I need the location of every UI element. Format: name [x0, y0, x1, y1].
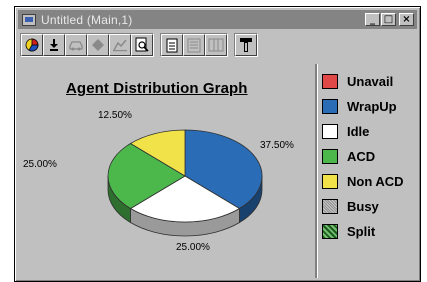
pie-label-non-acd: 12.50%: [98, 110, 132, 121]
legend-item-idle: Idle: [320, 120, 420, 142]
toolbar-group-views: [160, 33, 228, 57]
legend-swatch-idle: [322, 123, 338, 139]
legend-swatch-split: [322, 223, 338, 239]
scatter-chart-button[interactable]: [109, 34, 131, 56]
pie-chart-icon: [25, 38, 39, 52]
pie-label-wrapup: 37.50%: [260, 140, 294, 151]
scatter-chart-icon: [113, 39, 127, 52]
legend-swatch-unavail: [322, 73, 338, 89]
table-view-button[interactable]: [205, 34, 227, 56]
pie-chart: [107, 129, 263, 237]
legend-swatch-wrapup: [322, 98, 338, 114]
legend-item-non-acd: Non ACD: [320, 170, 420, 192]
maximize-button[interactable]: □: [381, 13, 396, 26]
export-button[interactable]: [43, 34, 65, 56]
diamond-button[interactable]: [87, 34, 109, 56]
close-button[interactable]: ×: [399, 13, 414, 26]
car-icon: [69, 41, 83, 51]
legend-label-split: Split: [347, 223, 376, 239]
document-view-button[interactable]: [161, 34, 183, 56]
print-preview-icon: [135, 37, 149, 52]
toolbar: [20, 32, 318, 58]
table-icon: [208, 38, 224, 52]
pie-label-acd: 25.00%: [23, 159, 57, 170]
document-icon: [166, 38, 178, 52]
legend-label-non-acd: Non ACD: [347, 173, 404, 189]
minimize-button[interactable]: _: [365, 13, 380, 26]
legend-swatch-acd: [322, 148, 338, 164]
pie-label-idle: 25.00%: [176, 242, 210, 253]
window-controls: _ □ ×: [365, 13, 414, 26]
toolbar-group-charts: [20, 33, 154, 57]
car-button[interactable]: [65, 34, 87, 56]
pie-chart-button[interactable]: [21, 34, 43, 56]
export-icon: [50, 39, 58, 51]
legend-label-idle: Idle: [347, 123, 370, 139]
print-preview-button[interactable]: [131, 34, 153, 56]
legend-item-busy: Busy: [320, 195, 420, 217]
paint-brush-button[interactable]: [235, 34, 257, 56]
legend-label-wrapup: WrapUp: [347, 98, 397, 114]
diamond-icon: [92, 39, 104, 51]
document-list-icon: [187, 38, 201, 52]
toolbar-group-tools: [234, 33, 258, 57]
paint-brush-icon: [240, 38, 252, 52]
legend-item-acd: ACD: [320, 145, 420, 167]
window-title: Untitled (Main,1): [41, 12, 133, 27]
legend-swatch-non-acd: [322, 173, 338, 189]
legend-label-acd: ACD: [347, 148, 376, 164]
legend-swatch-busy: [322, 198, 338, 214]
legend-item-split: Split: [320, 220, 420, 242]
legend-label-busy: Busy: [347, 198, 379, 214]
legend-item-unavail: Unavail: [320, 70, 420, 92]
app-window-icon[interactable]: [22, 13, 36, 26]
document-list-button[interactable]: [183, 34, 205, 56]
chart-legend: Unavail WrapUp Idle ACD Non ACD Busy Spl…: [320, 70, 420, 245]
chart-panel: Agent Distribution Graph 12.50% 37.50% 2…: [20, 66, 312, 276]
legend-item-wrapup: WrapUp: [320, 95, 420, 117]
title-bar[interactable]: Untitled (Main,1) _ □ ×: [18, 10, 417, 29]
graph-window: Untitled (Main,1) _ □ × Agent Distributi…: [14, 6, 421, 282]
legend-label-unavail: Unavail: [347, 73, 394, 89]
panel-divider: [315, 64, 318, 278]
